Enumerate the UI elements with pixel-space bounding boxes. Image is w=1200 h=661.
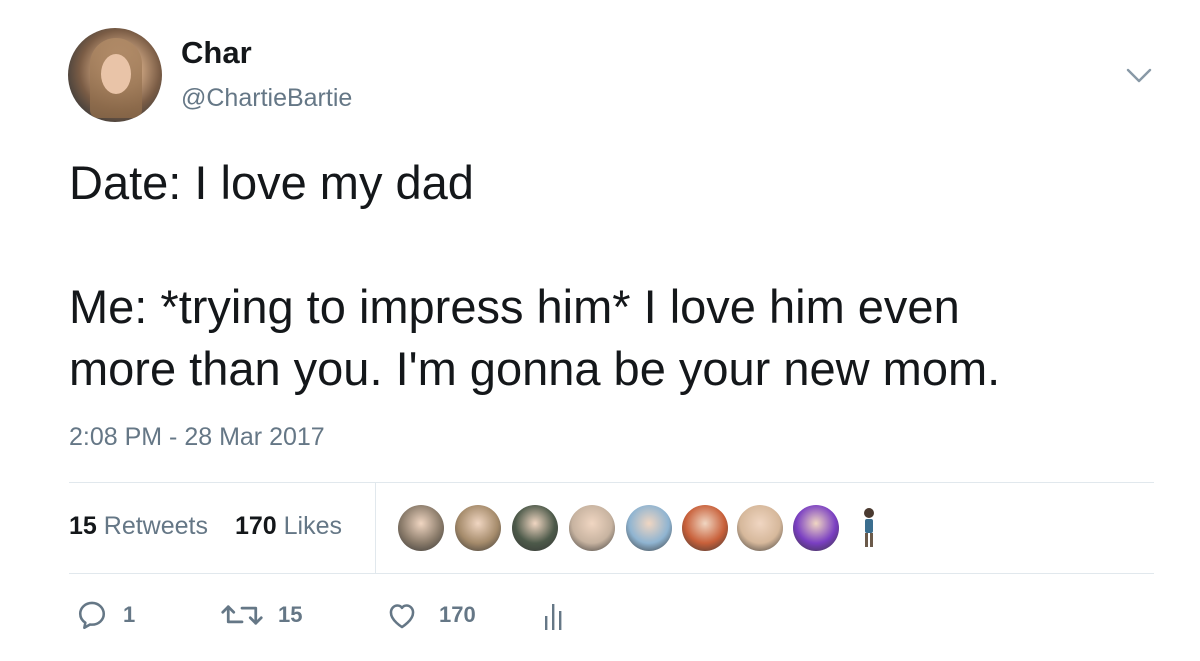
tweet-text-line: Date: I love my dad [69, 156, 474, 209]
tweet-text-line: more than you. I'm gonna be your new mom… [69, 342, 1001, 395]
analytics-button[interactable] [542, 598, 566, 632]
liker-avatar[interactable] [398, 505, 444, 551]
like-button[interactable]: 170 [385, 598, 476, 632]
tweet-stats: 15 Retweets 170 Likes [69, 512, 342, 541]
liker-avatar[interactable] [569, 505, 615, 551]
divider [69, 482, 1154, 483]
author-avatar[interactable] [68, 28, 162, 122]
tweet-text-line: Me: *trying to impress him* I love him e… [69, 280, 960, 333]
divider [69, 573, 1154, 574]
heart-icon [389, 604, 415, 629]
tweet-timestamp[interactable]: 2:08 PM - 28 Mar 2017 [69, 423, 325, 452]
likes-label: Likes [283, 512, 342, 540]
like-count: 170 [439, 602, 476, 627]
liker-avatar[interactable] [512, 505, 558, 551]
tweet-text: Date: I love my dad Me: *trying to impre… [69, 152, 1169, 400]
liker-avatar[interactable] [682, 505, 728, 551]
liker-avatar[interactable] [737, 505, 783, 551]
stats-divider [375, 483, 376, 573]
retweets-count: 15 [69, 512, 97, 540]
retweet-count: 15 [278, 602, 303, 627]
likes-stat[interactable]: 170 Likes [235, 512, 342, 540]
retweet-icon [221, 605, 263, 625]
reply-button[interactable]: 1 [75, 598, 135, 632]
avatar-face [101, 54, 131, 94]
liker-avatar[interactable] [455, 505, 501, 551]
retweets-label: Retweets [103, 512, 208, 540]
retweet-button[interactable]: 15 [220, 598, 302, 632]
liker-avatar[interactable] [793, 505, 839, 551]
analytics-icon [545, 604, 562, 630]
reply-icon [78, 601, 106, 630]
retweets-stat[interactable]: 15 Retweets [69, 512, 208, 540]
likes-count: 170 [234, 512, 277, 540]
person-figure-icon[interactable] [860, 507, 878, 551]
liker-avatar[interactable] [626, 505, 672, 551]
chevron-down-icon[interactable] [1126, 66, 1152, 86]
reply-count: 1 [123, 602, 136, 627]
author-name[interactable]: Char [181, 35, 252, 71]
author-handle[interactable]: @ChartieBartie [181, 84, 352, 113]
